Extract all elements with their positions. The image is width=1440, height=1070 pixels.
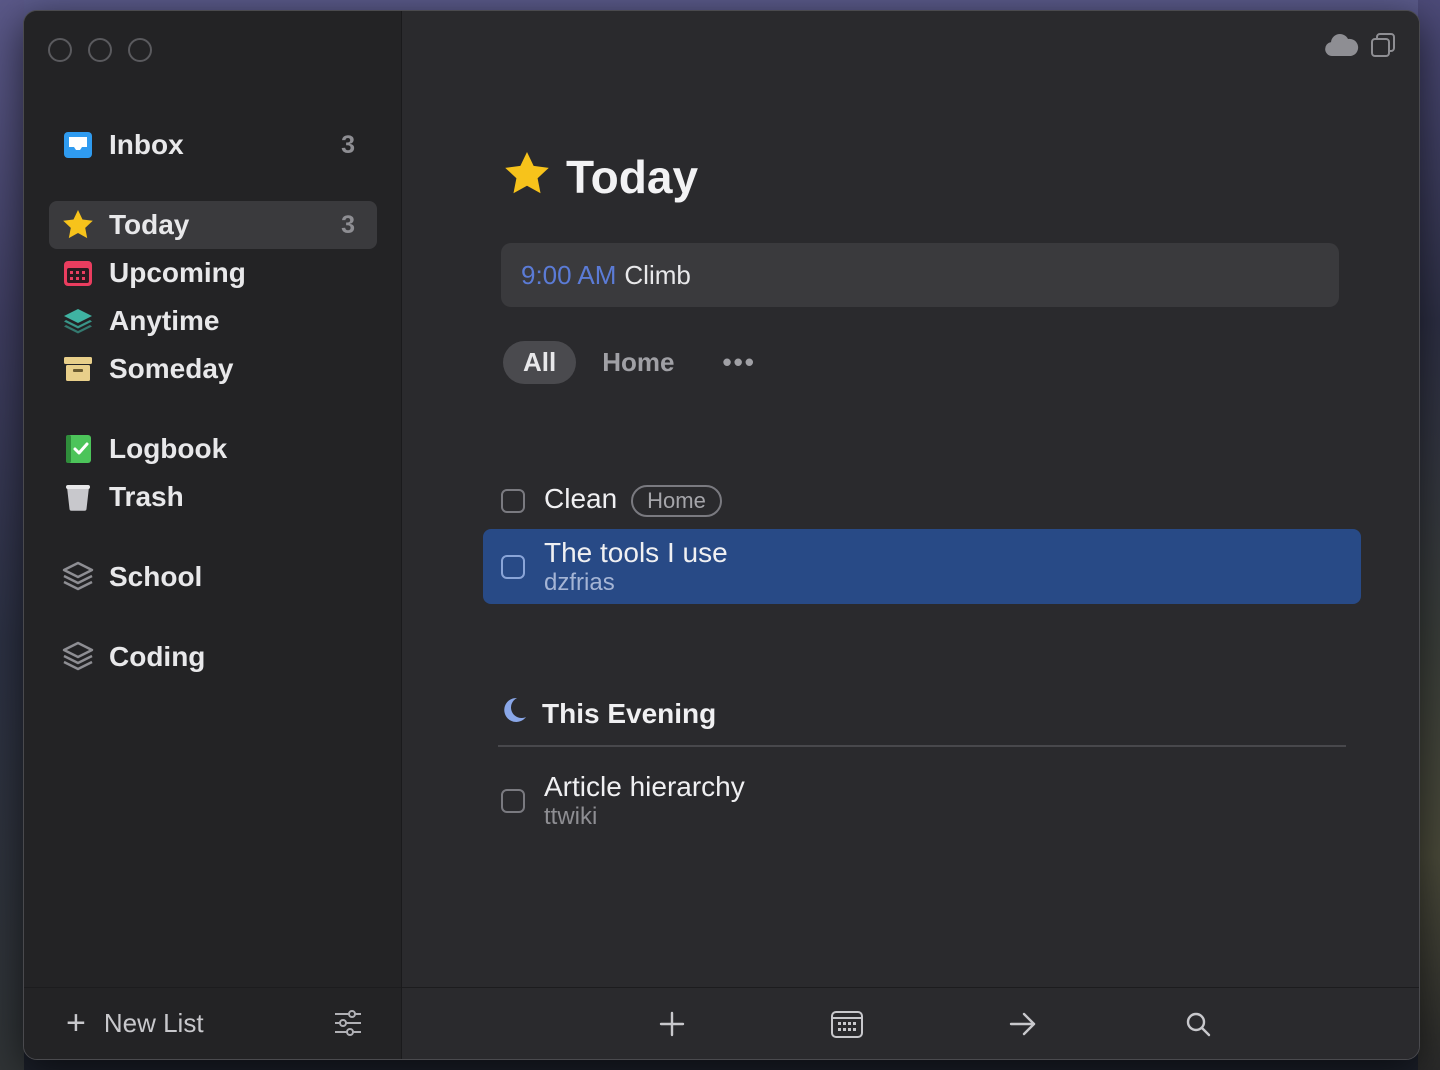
task-title-line: Clean Home (544, 483, 722, 517)
sidebar-item-label: Inbox (109, 129, 184, 160)
tag-filter-bar: All Home ••• (503, 341, 756, 384)
main-toolbar (402, 987, 1419, 1059)
tag-filter-all[interactable]: All (503, 341, 577, 384)
sidebar-item-logbook[interactable]: Logbook (49, 425, 377, 473)
calendar-icon (61, 256, 95, 290)
archive-box-icon (61, 352, 95, 386)
new-list-label: New List (103, 1008, 204, 1038)
main-pane: Today 9:00 AM Climb All Home ••• Clean Ho… (402, 11, 1419, 1059)
event-time: 9:00 AM (521, 259, 617, 290)
logbook-icon (61, 432, 95, 466)
window-controls (48, 38, 152, 62)
sidebar-item-label: Today (109, 209, 190, 240)
section-header-evening: This Evening (498, 695, 716, 732)
task-checkbox[interactable] (501, 789, 525, 813)
sidebar-item-label: Trash (109, 481, 184, 512)
sidebar-item-label: Someday (109, 353, 234, 384)
search-icon[interactable] (1178, 1006, 1218, 1042)
sidebar-item-upcoming[interactable]: Upcoming (49, 249, 377, 297)
calendar-event[interactable]: 9:00 AM Climb (501, 243, 1339, 307)
more-tags-icon[interactable]: ••• (722, 347, 755, 378)
sidebar-footer: + New List (24, 987, 401, 1059)
add-todo-button[interactable] (652, 1006, 692, 1042)
calendar-icon[interactable] (827, 1006, 867, 1042)
task-row[interactable]: Article hierarchy ttwiki (483, 763, 1361, 838)
plus-icon: + (66, 1004, 86, 1042)
inbox-count-badge: 3 (341, 130, 355, 159)
inbox-icon (61, 128, 95, 162)
desktop-background-left (0, 0, 24, 1070)
sidebar-item-label: Coding (109, 641, 206, 672)
settings-sliders-icon[interactable] (333, 1008, 363, 1043)
sidebar-item-label: Logbook (109, 433, 228, 464)
layers-icon (61, 304, 95, 338)
new-window-icon[interactable] (1369, 31, 1397, 64)
close-window-button[interactable] (48, 38, 72, 62)
minimize-window-button[interactable] (88, 38, 112, 62)
star-icon (61, 208, 95, 242)
section-title: This Evening (542, 697, 717, 729)
sidebar-item-school[interactable]: School (49, 553, 377, 601)
sidebar: Inbox 3 Today 3 Upcoming Anytime Someday… (24, 11, 402, 1059)
sidebar-item-label: School (109, 561, 203, 592)
area-icon (61, 560, 95, 594)
task-checkbox[interactable] (501, 489, 525, 513)
page-header: Today (502, 149, 698, 204)
moon-icon (498, 695, 528, 732)
sidebar-item-label: Anytime (109, 305, 220, 336)
task-row[interactable]: Clean Home (483, 481, 1361, 521)
task-title: The tools I use (544, 537, 728, 568)
task-project: dzfrias (544, 569, 615, 596)
sidebar-item-someday[interactable]: Someday (49, 345, 377, 393)
sidebar-item-trash[interactable]: Trash (49, 473, 377, 521)
page-title: Today (566, 150, 699, 203)
move-arrow-icon[interactable] (1003, 1006, 1043, 1042)
section-divider (498, 745, 1346, 747)
new-list-button[interactable]: + New List (66, 1004, 204, 1043)
tag-filter-home[interactable]: Home (602, 347, 674, 378)
cloud-sync-icon[interactable] (1323, 32, 1359, 63)
task-checkbox[interactable] (501, 555, 525, 579)
today-count-badge: 3 (341, 210, 355, 239)
sidebar-item-inbox[interactable]: Inbox 3 (49, 121, 377, 169)
task-title: Clean (544, 483, 618, 514)
sidebar-item-label: Upcoming (109, 257, 246, 288)
task-project: ttwiki (544, 803, 598, 830)
app-window: Inbox 3 Today 3 Upcoming Anytime Someday… (23, 10, 1420, 1060)
sidebar-item-anytime[interactable]: Anytime (49, 297, 377, 345)
sidebar-item-today[interactable]: Today 3 (49, 201, 377, 249)
zoom-window-button[interactable] (128, 38, 152, 62)
area-icon (61, 640, 95, 674)
sidebar-item-coding[interactable]: Coding (49, 633, 377, 681)
desktop-background-right (1418, 0, 1440, 1070)
task-row-selected[interactable]: The tools I use dzfrias (483, 529, 1361, 604)
task-title: Article hierarchy (544, 771, 745, 802)
task-tag[interactable]: Home (631, 484, 722, 517)
toolbar-top-right (1323, 31, 1397, 64)
trash-icon (61, 480, 95, 514)
star-icon (502, 149, 552, 204)
event-title: Climb (624, 259, 691, 290)
